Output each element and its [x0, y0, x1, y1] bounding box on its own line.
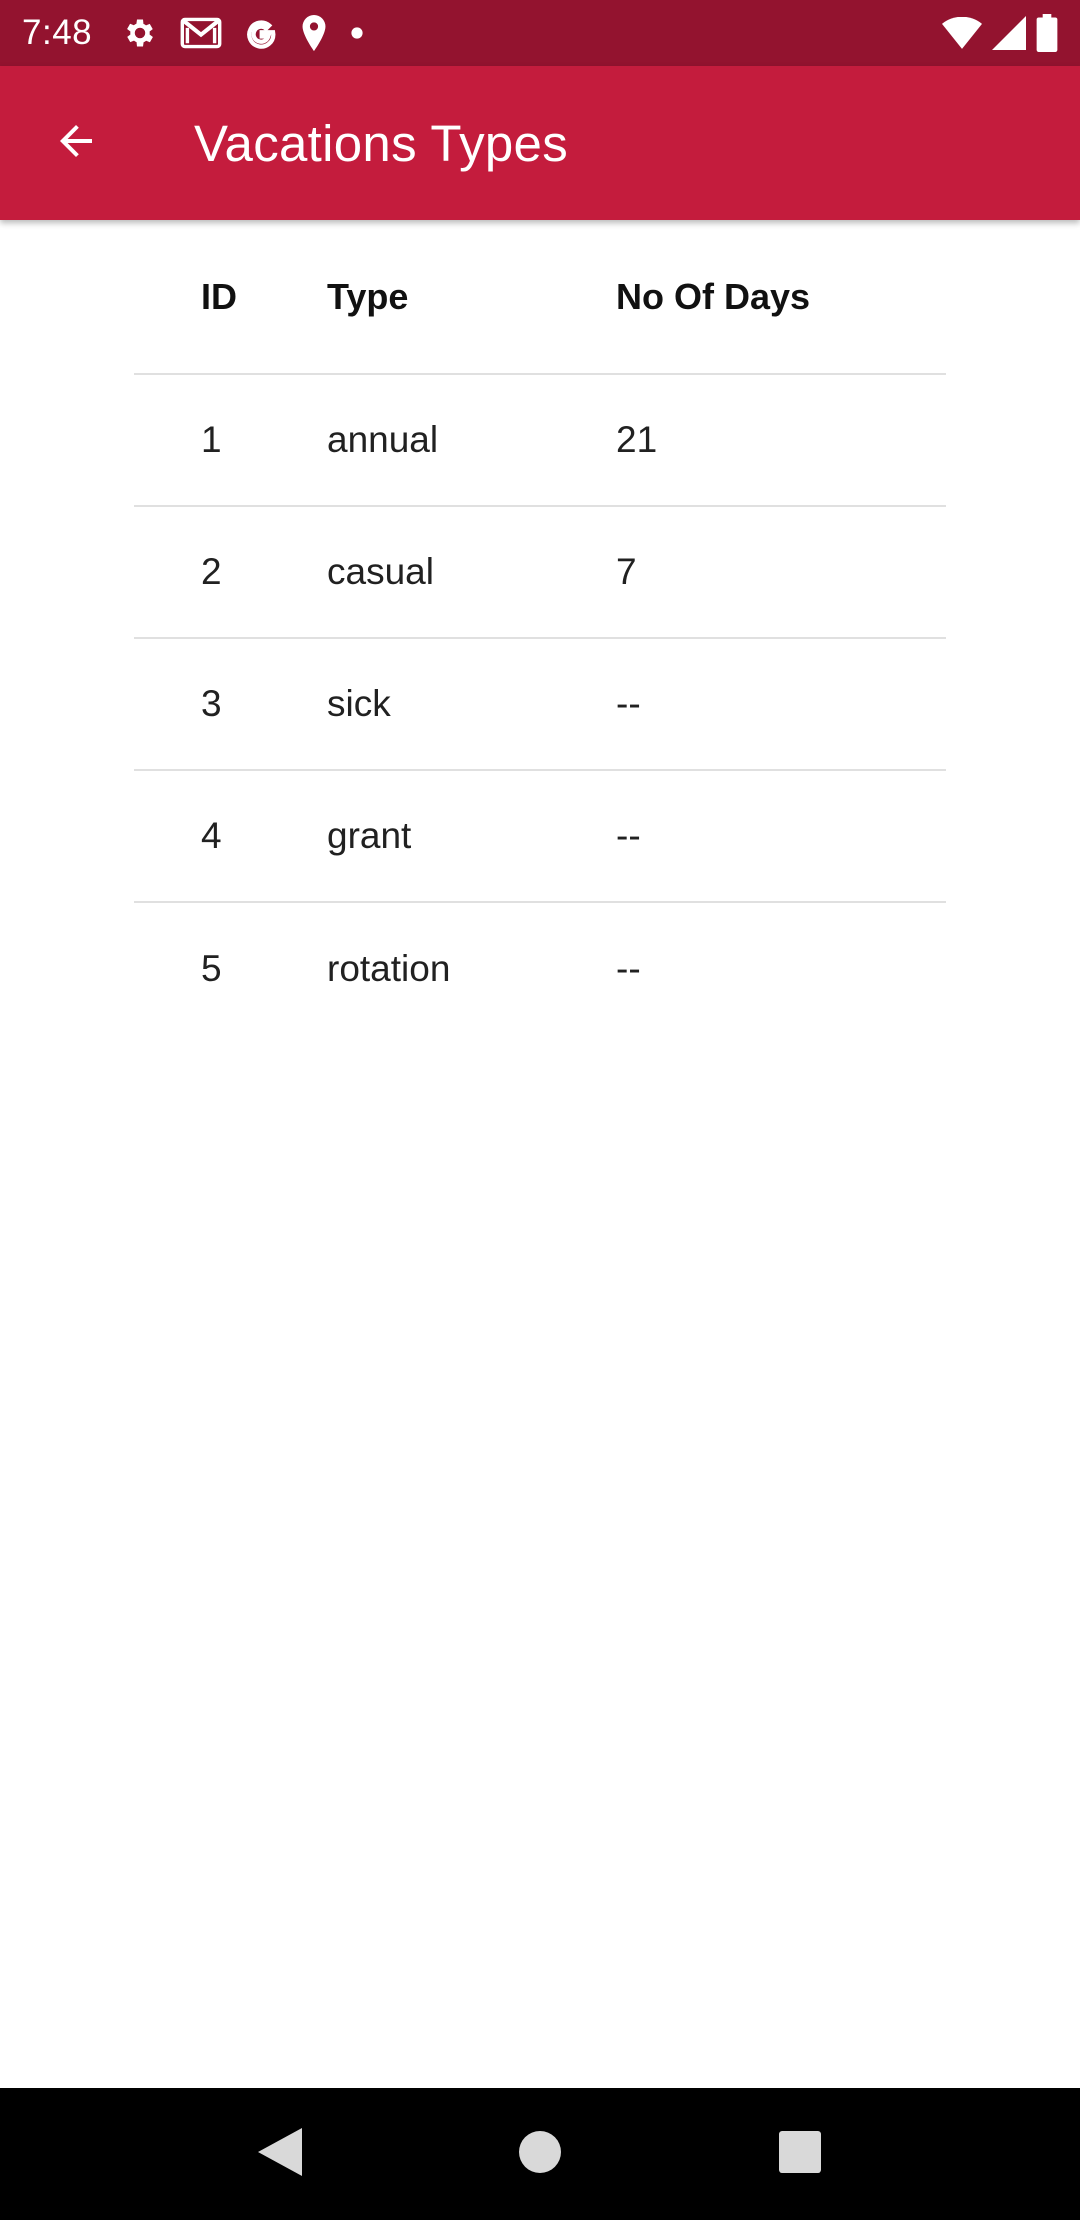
battery-icon [1036, 14, 1058, 52]
table-row[interactable]: 2 casual 7 [134, 507, 946, 639]
cell-id: 1 [201, 419, 222, 460]
cell-type: annual [327, 419, 439, 460]
cell-no-of-days: -- [616, 948, 641, 989]
gmail-icon [180, 16, 222, 50]
cell-id: 3 [201, 683, 222, 724]
app-bar: Vacations Types [0, 66, 1080, 220]
back-button[interactable] [36, 103, 116, 183]
vacation-types-table: ID Type No Of Days 1 annual 21 2 casual … [134, 220, 946, 1035]
arrow-back-icon [52, 117, 100, 170]
table-header: ID Type No Of Days [134, 220, 946, 375]
cellular-signal-icon [992, 16, 1026, 50]
cell-type: grant [327, 815, 412, 856]
google-icon [244, 16, 278, 50]
table-row[interactable]: 3 sick -- [134, 639, 946, 771]
cell-type: rotation [327, 948, 451, 989]
status-notification-icons [122, 15, 364, 51]
settings-icon [122, 15, 158, 51]
cell-no-of-days: 21 [616, 419, 658, 460]
cell-id: 5 [201, 948, 222, 989]
back-triangle-icon [258, 2127, 302, 2181]
recents-square-icon [779, 2130, 821, 2178]
wifi-icon [942, 17, 982, 49]
cell-type: sick [327, 683, 391, 724]
column-header-id[interactable]: ID [134, 276, 327, 318]
status-system-icons [942, 14, 1058, 52]
dot-icon [350, 26, 364, 40]
cell-id: 4 [201, 815, 222, 856]
navigation-bar [0, 2088, 1080, 2220]
cell-no-of-days: -- [616, 683, 641, 724]
location-icon [300, 15, 328, 51]
cell-no-of-days: -- [616, 815, 641, 856]
screen: 7:48 Vacations Types ID Type No Of Days … [0, 0, 1080, 2220]
home-circle-icon [519, 2130, 561, 2178]
column-header-no-of-days[interactable]: No Of Days [616, 276, 946, 318]
page-title: Vacations Types [194, 114, 569, 172]
cell-type: casual [327, 551, 434, 592]
nav-recents-button[interactable] [750, 2104, 850, 2204]
column-header-type[interactable]: Type [327, 276, 616, 318]
table-row[interactable]: 4 grant -- [134, 771, 946, 903]
status-bar: 7:48 [0, 0, 1080, 66]
cell-id: 2 [201, 551, 222, 592]
table-row[interactable]: 1 annual 21 [134, 375, 946, 507]
cell-no-of-days: 7 [616, 551, 637, 592]
table-row[interactable]: 5 rotation -- [134, 903, 946, 1035]
status-time: 7:48 [22, 13, 93, 52]
nav-home-button[interactable] [490, 2104, 590, 2204]
nav-back-button[interactable] [230, 2104, 330, 2204]
